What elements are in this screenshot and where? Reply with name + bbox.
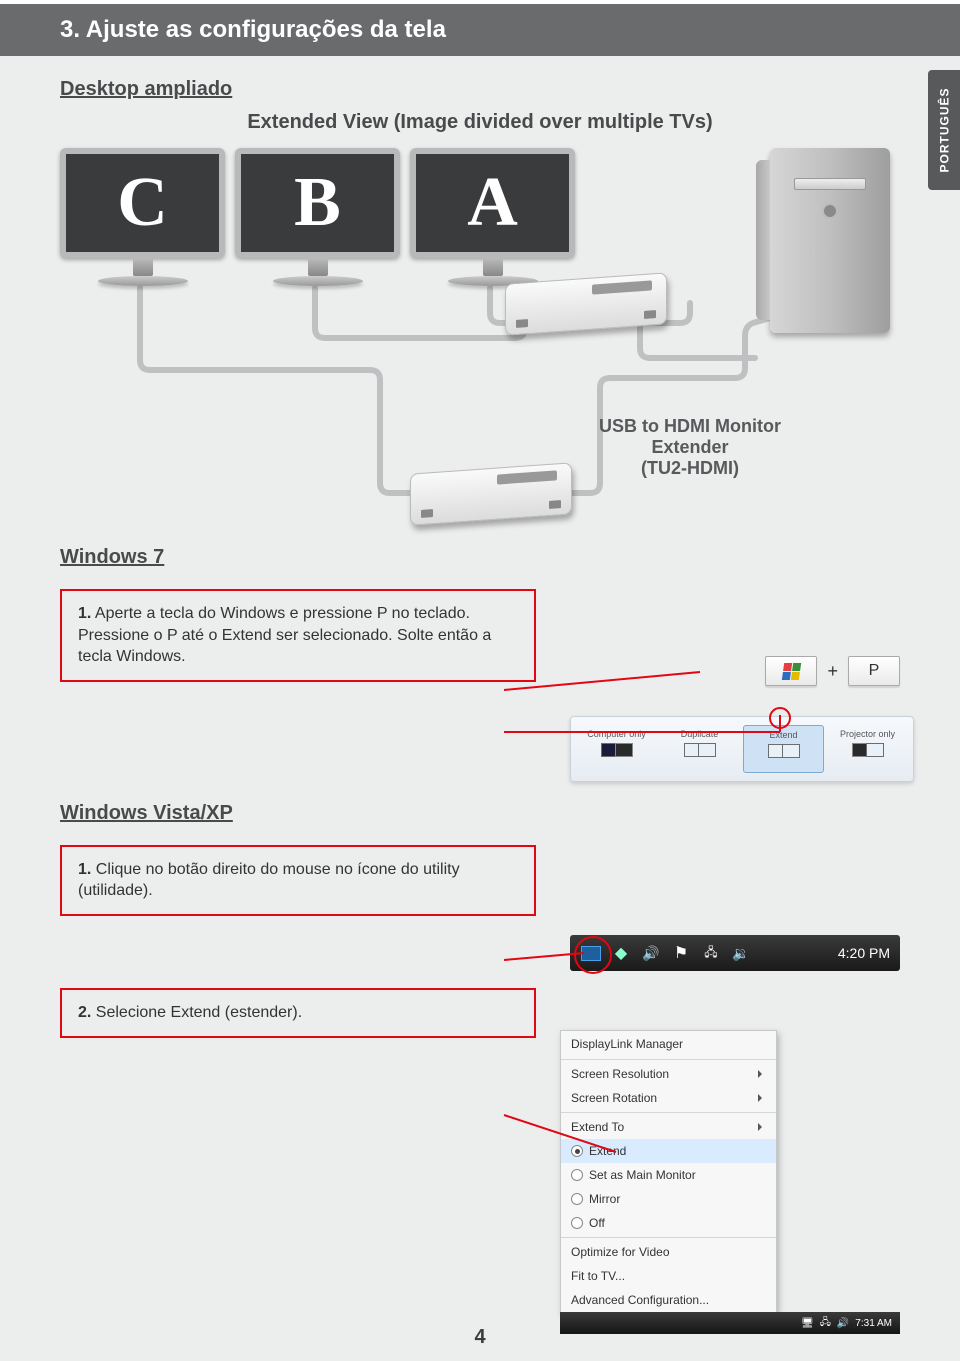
mini-tray-volume-icon[interactable]: 🔊	[837, 1318, 849, 1329]
page-header: 3. Ajuste as configurações da tela	[0, 4, 960, 56]
menu-mirror-label: Mirror	[589, 1192, 620, 1206]
vista-taskbar: ◆ 🔊 ⚑ 🖧 🔉 4:20 PM	[570, 935, 900, 971]
menu-off-label: Off	[589, 1216, 605, 1230]
submenu-arrow-icon	[758, 1123, 766, 1131]
menu-advanced-config-label: Advanced Configuration...	[571, 1293, 709, 1307]
menu-screen-resolution[interactable]: Screen Resolution	[561, 1062, 776, 1086]
mini-taskbar-time: 7:31 AM	[855, 1318, 892, 1329]
submenu-arrow-icon	[758, 1094, 766, 1102]
extender-label: USB to HDMI Monitor Extender (TU2-HDMI)	[560, 416, 820, 479]
proj-computer-only[interactable]: Computer only	[577, 725, 656, 773]
winvxp-step-2-num: 2.	[78, 1004, 91, 1021]
taskbar-time: 4:20 PM	[838, 945, 890, 961]
windows-vista-xp-title: Windows Vista/XP	[60, 802, 900, 825]
proj-projector-only-label: Projector only	[830, 729, 905, 739]
extender-label-line1: USB to HDMI Monitor Extender	[560, 416, 820, 458]
projection-panel: Computer only Duplicate Extend Projector…	[570, 716, 914, 782]
page-root: 3. Ajuste as configurações da tela PORTU…	[0, 0, 960, 1361]
monitor-c-label: C	[117, 163, 168, 243]
context-menu-area: DisplayLink Manager Screen Resolution Sc…	[560, 1030, 900, 1334]
menu-fit-tv-label: Fit to TV...	[571, 1269, 625, 1283]
monitor-a: A	[410, 148, 575, 286]
menu-extend-label: Extend	[589, 1144, 626, 1158]
menu-mirror[interactable]: Mirror	[561, 1187, 776, 1211]
radio-icon	[571, 1169, 583, 1181]
menu-extend-to[interactable]: Extend To	[561, 1115, 776, 1139]
win7-key-panel: + P Computer only Duplicate Extend Proje…	[570, 656, 900, 782]
radio-icon	[571, 1193, 583, 1205]
displaylink-context-menu: DisplayLink Manager Screen Resolution Sc…	[560, 1030, 777, 1313]
computer-tower	[770, 148, 890, 333]
page-number: 4	[474, 1326, 485, 1349]
menu-advanced-config[interactable]: Advanced Configuration...	[561, 1288, 776, 1312]
mini-tray-icon2[interactable]: 🖧	[820, 1315, 831, 1332]
tray-network-icon[interactable]: 🖧	[700, 942, 722, 964]
extender-label-line2: (TU2-HDMI)	[560, 458, 820, 479]
menu-extend[interactable]: Extend	[561, 1139, 776, 1163]
callout-circle-extend	[769, 707, 791, 729]
winvxp-step-1-num: 1.	[78, 861, 91, 878]
winvxp-step-1-text: Clique no botão direito do mouse no ícon…	[78, 861, 460, 900]
menu-set-main[interactable]: Set as Main Monitor	[561, 1163, 776, 1187]
menu-off[interactable]: Off	[561, 1211, 776, 1235]
speaker2-icon: 🔉	[732, 945, 749, 962]
extender-box-1	[505, 272, 667, 335]
proj-duplicate-label: Duplicate	[662, 729, 737, 739]
section-extended-view: Extended View (Image divided over multip…	[60, 111, 900, 134]
mini-taskbar: 🖥 🖧 🔊 7:31 AM	[560, 1312, 900, 1334]
proj-extend-label: Extend	[746, 730, 821, 740]
flag-icon: ⚑	[674, 943, 688, 963]
tray-icon-4[interactable]: ⚑	[670, 942, 692, 964]
win7-step-1-num: 1.	[78, 605, 91, 622]
menu-screen-resolution-label: Screen Resolution	[571, 1067, 669, 1081]
menu-optimize-video[interactable]: Optimize for Video	[561, 1240, 776, 1264]
menu-extend-to-label: Extend To	[571, 1120, 624, 1134]
mini-tray-icon[interactable]: 🖥	[801, 1318, 814, 1329]
monitor-b: B	[235, 148, 400, 286]
content-area: Desktop ampliado Extended View (Image di…	[0, 56, 960, 1038]
winvxp-step-2: 2. Selecione Extend (estender).	[60, 988, 536, 1038]
plus-sign: +	[827, 661, 838, 682]
menu-screen-rotation[interactable]: Screen Rotation	[561, 1086, 776, 1110]
tray-volume-icon[interactable]: 🔊	[640, 942, 662, 964]
shield-icon: ◆	[615, 943, 627, 963]
proj-computer-only-label: Computer only	[579, 729, 654, 739]
win7-step-1: 1. Aperte a tecla do Windows e pressione…	[60, 589, 536, 682]
menu-screen-rotation-label: Screen Rotation	[571, 1091, 657, 1105]
windows-key[interactable]	[765, 656, 817, 686]
monitor-c: C	[60, 148, 225, 286]
menu-optimize-video-label: Optimize for Video	[571, 1245, 670, 1259]
menu-fit-tv[interactable]: Fit to TV...	[561, 1264, 776, 1288]
network-icon: 🖧	[704, 943, 717, 964]
proj-projector-only[interactable]: Projector only	[828, 725, 907, 773]
p-key[interactable]: P	[848, 656, 900, 686]
proj-duplicate[interactable]: Duplicate	[660, 725, 739, 773]
utility-tray-icon[interactable]	[580, 942, 602, 964]
section-desktop-ampliado: Desktop ampliado	[60, 78, 900, 101]
winvxp-step-2-text: Selecione Extend (estender).	[96, 1004, 302, 1021]
taskbar: ◆ 🔊 ⚑ 🖧 🔉 4:20 PM	[570, 935, 900, 971]
radio-checked-icon	[571, 1145, 583, 1157]
windows-logo-icon	[782, 663, 801, 680]
menu-set-main-label: Set as Main Monitor	[589, 1168, 696, 1182]
submenu-arrow-icon	[758, 1070, 766, 1078]
tray-icon-2[interactable]: ◆	[610, 942, 632, 964]
winvxp-step-1: 1. Clique no botão direito do mouse no í…	[60, 845, 536, 916]
tray-volume2-icon[interactable]: 🔉	[730, 942, 752, 964]
header-title: 3. Ajuste as configurações da tela	[60, 16, 446, 43]
menu-title: DisplayLink Manager	[561, 1031, 776, 1057]
key-combination: + P	[570, 656, 900, 686]
speaker-icon: 🔊	[642, 945, 659, 962]
callout-circle-utility	[574, 936, 612, 974]
proj-extend[interactable]: Extend	[743, 725, 824, 773]
monitor-a-label: A	[467, 163, 518, 243]
radio-icon	[571, 1217, 583, 1229]
connection-diagram: C B A USB to HDMI Monitor Extender	[60, 148, 900, 518]
extender-box-2	[410, 462, 572, 525]
windows-7-title: Windows 7	[60, 546, 900, 569]
win7-step-1-text: Aperte a tecla do Windows e pressione P …	[78, 605, 491, 665]
monitor-b-label: B	[294, 163, 341, 243]
